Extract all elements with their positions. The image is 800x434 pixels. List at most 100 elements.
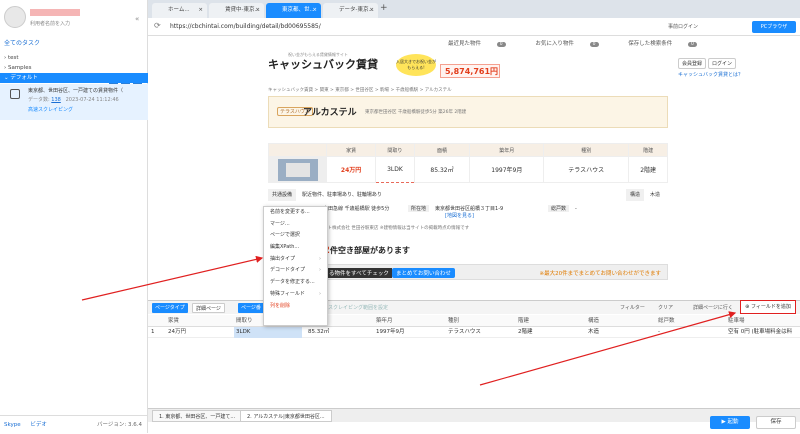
video-link[interactable]: ビデオ (30, 422, 47, 428)
goto-detail-button[interactable]: 詳細ページに行く (693, 304, 733, 311)
user-link[interactable]: 利用者名前を入力 (30, 20, 70, 27)
col-floors[interactable]: 階建 (518, 315, 529, 327)
menu-item-modify-data[interactable]: データを修正する... (264, 277, 327, 289)
save-button[interactable]: 保存 (756, 416, 796, 429)
close-icon[interactable]: × (312, 3, 317, 18)
app-logo (4, 6, 26, 28)
tab-label: 東京都、世... (282, 7, 315, 13)
property-title-box: テラスハウス アルカステル 東京都世田谷区 千歳船橋駅徒歩5分 築26年 2階建 (268, 96, 668, 128)
cell-built[interactable]: 1997年9月 (376, 327, 405, 338)
col-units[interactable]: 総戸数 (658, 315, 675, 327)
sidebar: 利用者名前を入力 « 全てのタスク › test › Samples ⌄ デフォ… (0, 0, 148, 433)
member-links: 会員登録 ログイン (678, 58, 738, 69)
data-label: データ数: (28, 97, 50, 103)
cell-layout[interactable]: 3LDK (234, 327, 302, 338)
col-rent[interactable]: 家賃 (168, 315, 179, 327)
location-info: 所在地 東京都世田谷区船橋３丁目1-9 (408, 205, 503, 212)
property-address: 東京都世田谷区 千歳船橋駅徒歩5分 築26年 2階建 (365, 110, 467, 115)
close-icon[interactable]: × (255, 3, 260, 18)
site-nav: 最近見た物件 0 お気に入り物件 0 保存した検索条件 0 (448, 39, 725, 47)
tree-item-default[interactable]: ⌄ デフォルト (0, 73, 148, 83)
login-button[interactable]: ログイン (708, 58, 737, 69)
pre-login-button[interactable]: 事前ログイン (668, 23, 698, 30)
map-link[interactable]: [地図を見る] (445, 212, 474, 219)
task-tab-1[interactable]: 1. 東京都、世田谷区、一戸建て... (152, 410, 243, 422)
cell-type[interactable]: テラスハウス (448, 327, 481, 338)
collapse-icon[interactable]: « (135, 15, 139, 23)
col-parking[interactable]: 駐車場 (728, 315, 745, 327)
col-layout[interactable]: 間取り (236, 315, 253, 327)
nav-saved-search[interactable]: 保存した検索条件 0 (628, 41, 711, 47)
nav-label: 最近見た物件 (448, 41, 482, 47)
tab-data[interactable]: データ-東京... × (323, 3, 378, 18)
col-built[interactable]: 築年月 (376, 315, 393, 327)
cell-units[interactable]: - (658, 327, 660, 338)
cell-area[interactable]: 85.32㎡ (308, 327, 329, 338)
all-tasks-header[interactable]: 全てのタスク (0, 38, 148, 86)
page-type-button[interactable]: ページタイプ (152, 303, 188, 313)
scrape-link[interactable]: 高速スクレイピング (28, 106, 73, 113)
facilities-row: 共通設備 駅近物件、駐車場あり、駐輪場あり 構造 木造 (268, 189, 668, 201)
about-link[interactable]: キャッシュバック賃貸とは？ (678, 71, 743, 78)
vacancy-text: 件空き部屋があります (329, 246, 410, 255)
brand-logo[interactable]: キャッシュバック賃貸 (268, 56, 378, 72)
start-button[interactable]: ▶ 起動 (710, 416, 750, 429)
total-units: 総戸数 - (548, 205, 577, 212)
th-built: 築年月 (469, 143, 545, 157)
register-button[interactable]: 会員登録 (678, 58, 707, 69)
tab-home[interactable]: ホーム... × (152, 3, 207, 18)
skype-link[interactable]: Skype (4, 422, 21, 428)
facilities-value: 駅近物件、駐車場あり、駐輪場あり (302, 192, 382, 198)
menu-item-delete-column[interactable]: 列を削除 (264, 301, 327, 313)
layout-value[interactable]: 3LDK (375, 156, 415, 183)
page-num-button[interactable]: ページ番 (238, 303, 264, 313)
property-title: アルカステル (303, 108, 357, 118)
col-structure[interactable]: 構造 (588, 315, 599, 327)
cell-rent[interactable]: 24万円 (168, 327, 186, 338)
cell-parking[interactable]: 空有 0円 (駐車場料金は料 (728, 327, 798, 338)
task-item[interactable]: 東京都、世田谷区、一戸建ての賃貸物件（ データ数: 138 2023-07-24… (0, 84, 148, 120)
filter-button[interactable]: フィルター (620, 304, 645, 311)
cell-structure[interactable]: 木造 (588, 327, 599, 338)
check-all-button[interactable]: る物件をすべてチェック (326, 268, 392, 278)
tab-detail[interactable]: 東京都、世... × (266, 3, 321, 18)
menu-item-merge[interactable]: マージ... (264, 219, 327, 231)
vacancy-heading: 2件空き部屋があります (323, 245, 410, 256)
close-icon[interactable]: × (198, 3, 203, 18)
menu-item-decode-type[interactable]: デコードタイプ › (264, 265, 327, 277)
url-field[interactable]: https://cbchintai.com/building/detail/bd… (166, 21, 666, 33)
task-tab-2[interactable]: 2. アルカステル|東京都世田谷区... (240, 410, 332, 422)
scrape-range-hint[interactable]: スクレイピング範囲を設定 (328, 304, 388, 311)
detail-page-select[interactable]: 詳細ページ (192, 303, 225, 313)
property-photo[interactable] (268, 156, 327, 183)
task-tree: › test › Samples ⌄ デフォルト (0, 53, 148, 83)
menu-item-rename[interactable]: 名前を変更する... (264, 207, 327, 219)
col-type[interactable]: 種別 (448, 315, 459, 327)
reload-icon[interactable]: ⟳ (154, 21, 161, 30)
nav-recent[interactable]: 最近見た物件 0 (448, 41, 520, 47)
menu-item-select-in-page[interactable]: ページで選択 (264, 230, 327, 242)
menu-item-extract-type[interactable]: 抽出タイプ › (264, 254, 327, 266)
clear-button[interactable]: クリア (658, 304, 673, 311)
breadcrumb[interactable]: キャッシュバック賃貸 > 関東 > 東京都 > 世田谷区 > 駒場 > 千歳船橋… (268, 87, 452, 93)
tab-rent[interactable]: 賃貸中-東京... × (209, 3, 264, 18)
menu-item-edit-xpath[interactable]: 編集XPath... (264, 242, 327, 254)
bulk-inquiry-button[interactable]: まとめてお問い合わせ (392, 268, 455, 278)
tree-item-test[interactable]: › test (0, 53, 148, 63)
chevron-right-icon: › (319, 290, 321, 297)
task-meta: データ数: 138 2023-07-24 11:12:46 (28, 96, 119, 103)
version-label: バージョン: 3.6.4 (97, 422, 142, 428)
add-field-button[interactable]: ⊕ フィールドを追加 (740, 300, 796, 314)
count-badge: 0 (688, 42, 697, 47)
tree-item-samples[interactable]: › Samples (0, 63, 148, 73)
nav-favorites[interactable]: お気に入り物件 0 (535, 41, 612, 47)
menu-label: 抽出タイプ (270, 255, 296, 262)
add-tab-icon[interactable]: + (380, 3, 388, 13)
menu-item-special-field[interactable]: 特殊フィールド › (264, 289, 327, 301)
close-icon[interactable]: × (369, 3, 374, 18)
data-count[interactable]: 138 (51, 97, 61, 103)
cell-floors[interactable]: 2階建 (518, 327, 533, 338)
all-tasks-label: 全てのタスク (4, 40, 41, 47)
th-floors: 階建 (628, 143, 668, 157)
pc-browser-button[interactable]: PCブラウザ (752, 21, 796, 33)
